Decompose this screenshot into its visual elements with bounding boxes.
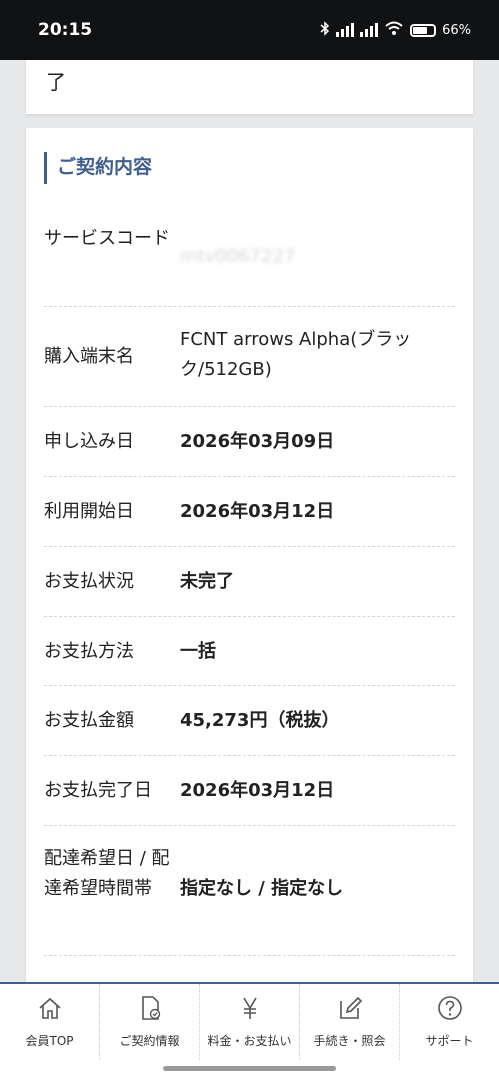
- system-nav-bar: [0, 1060, 499, 1080]
- tab-member-top[interactable]: 会員TOP: [0, 984, 100, 1060]
- row-value: FCNT arrows Alpha(ブラック/512GB): [180, 329, 412, 380]
- tab-support[interactable]: サポート: [400, 984, 499, 1060]
- section-title: ご契約内容: [44, 152, 152, 184]
- table-row: お支払完了日 2026年03月12日: [44, 756, 455, 826]
- row-value: mtv0067227: [180, 246, 296, 267]
- home-gesture-pill[interactable]: [163, 1066, 336, 1071]
- row-label: 配達希望日 / 配達希望時間帯: [44, 848, 170, 899]
- tab-fees-payment[interactable]: 料金・お支払い: [200, 984, 300, 1060]
- status-bar: 20:15 66%: [0, 0, 499, 60]
- table-row: 配達希望日 / 配達希望時間帯 指定なし / 指定なし: [44, 826, 455, 956]
- table-row: お支払金額 45,273円（税抜）: [44, 686, 455, 756]
- tab-label: ご契約情報: [119, 1034, 180, 1048]
- status-time: 20:15: [38, 20, 93, 40]
- row-label: お支払金額: [44, 710, 134, 731]
- bluetooth-icon: [320, 20, 330, 40]
- contract-card: ご契約内容 サービスコード mtv0067227 購入端末名 FCNT arro…: [26, 128, 473, 982]
- table-row: お支払方法 一括: [44, 617, 455, 686]
- status-icons: 66%: [320, 20, 471, 40]
- tab-label: 料金・お支払い: [207, 1034, 292, 1048]
- row-label: 購入端末名: [44, 346, 134, 367]
- tab-label: サポート: [425, 1034, 474, 1048]
- row-value: 2026年03月12日: [180, 501, 335, 522]
- row-label: お支払方法: [44, 641, 134, 662]
- row-value: 指定なし / 指定なし: [180, 878, 344, 899]
- page-content: 了 ご契約内容 サービスコード mtv0067227 購入端末名 FCNT ar…: [0, 60, 499, 982]
- previous-card: 了: [26, 60, 473, 114]
- table-row: 申し込み日 2026年03月09日: [44, 407, 455, 477]
- contract-document-icon: [136, 994, 164, 1026]
- tab-label: 会員TOP: [25, 1034, 74, 1048]
- row-value: 未完了: [180, 571, 234, 592]
- table-row: 利用開始日 2026年03月12日: [44, 477, 455, 547]
- battery-percent: 66%: [442, 22, 471, 38]
- previous-card-text: 了: [46, 70, 66, 94]
- signal-icon: [360, 23, 379, 37]
- yen-icon: [236, 994, 264, 1026]
- row-value: 2026年03月12日: [180, 780, 335, 801]
- row-value: 45,273円（税抜）: [180, 710, 340, 731]
- battery-icon: [410, 23, 437, 37]
- row-label: 申し込み日: [44, 431, 134, 452]
- tab-label: 手続き・照会: [313, 1034, 386, 1048]
- tab-procedures[interactable]: 手続き・照会: [300, 984, 400, 1060]
- table-row: サービスコード mtv0067227: [44, 208, 455, 307]
- table-row: 購入端末名 FCNT arrows Alpha(ブラック/512GB): [44, 307, 455, 407]
- row-value: 2026年03月09日: [180, 431, 335, 452]
- row-label: 利用開始日: [44, 501, 134, 522]
- row-label: お支払完了日: [44, 780, 152, 801]
- signal-icon: [336, 23, 355, 37]
- bottom-tab-bar: 会員TOP ご契約情報 料金・お支払い 手続き・照会 サポート: [0, 982, 499, 1060]
- row-label: お支払状況: [44, 571, 134, 592]
- wifi-icon: [384, 21, 404, 40]
- help-icon: [436, 994, 464, 1026]
- row-value: 一括: [180, 641, 216, 662]
- row-label: サービスコード: [44, 228, 170, 249]
- table-row: お支払状況 未完了: [44, 547, 455, 617]
- home-icon: [36, 994, 64, 1026]
- edit-icon: [336, 994, 364, 1026]
- tab-contract-info[interactable]: ご契約情報: [100, 984, 200, 1060]
